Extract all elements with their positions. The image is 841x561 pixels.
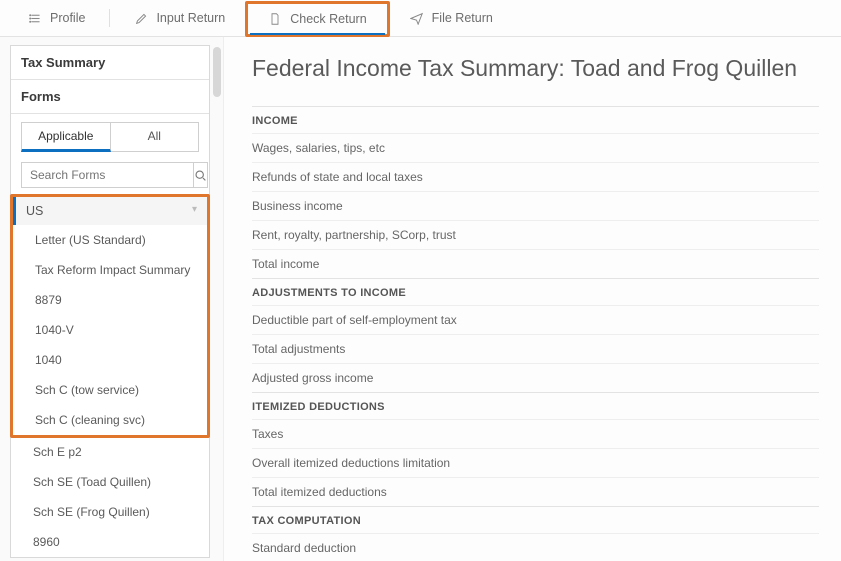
sidebar: Tax Summary Forms Applicable All US ▾ Le: [0, 37, 224, 561]
section-header: ADJUSTMENTS TO INCOME: [252, 278, 819, 305]
tab-all[interactable]: All: [111, 122, 200, 152]
form-item[interactable]: 8879: [13, 285, 207, 315]
tree-group-us[interactable]: US ▾: [13, 197, 207, 225]
form-item[interactable]: Sch SE (Toad Quillen): [11, 467, 209, 497]
sidebar-scrollbar[interactable]: [213, 47, 221, 97]
form-item[interactable]: Letter (US Standard): [13, 225, 207, 255]
document-icon: [268, 12, 282, 26]
search-input[interactable]: [21, 162, 194, 188]
list-icon: [28, 11, 42, 25]
tab-profile-label: Profile: [50, 11, 85, 25]
tree-group-us-label: US: [26, 204, 43, 218]
tab-applicable[interactable]: Applicable: [21, 122, 111, 152]
summary-row: Overall itemized deductions limitation: [252, 448, 819, 477]
summary-row: Refunds of state and local taxes: [252, 162, 819, 191]
section-header: ITEMIZED DEDUCTIONS: [252, 392, 819, 419]
tab-input-return-label: Input Return: [156, 11, 225, 25]
forms-tree: US ▾ Letter (US Standard) Tax Reform Imp…: [11, 194, 209, 557]
forms-tabs: Applicable All: [11, 114, 209, 154]
forms-header[interactable]: Forms: [11, 80, 209, 114]
form-item[interactable]: 1040: [13, 345, 207, 375]
tab-check-return-label: Check Return: [290, 12, 366, 26]
nav-divider: [109, 9, 110, 27]
search-row: [11, 154, 209, 194]
summary-row: Taxes: [252, 419, 819, 448]
form-item[interactable]: Tax Reform Impact Summary: [13, 255, 207, 285]
summary-row: Standard deduction: [252, 533, 819, 561]
search-button[interactable]: [194, 162, 208, 188]
form-item[interactable]: 1040-V: [13, 315, 207, 345]
tab-file-return[interactable]: File Return: [390, 3, 513, 33]
form-item[interactable]: Sch C (cleaning svc): [13, 405, 207, 435]
section-header: TAX COMPUTATION: [252, 506, 819, 533]
summary-row: Total adjustments: [252, 334, 819, 363]
form-item[interactable]: 8960: [11, 527, 209, 557]
form-item[interactable]: Sch SE (Frog Quillen): [11, 497, 209, 527]
form-item[interactable]: Sch E p2: [11, 437, 209, 467]
section-header: INCOME: [252, 106, 819, 133]
tab-profile[interactable]: Profile: [8, 3, 105, 33]
summary-row: Deductible part of self-employment tax: [252, 305, 819, 334]
search-icon: [194, 169, 207, 182]
main-content: Federal Income Tax Summary: Toad and Fro…: [224, 37, 841, 561]
tab-file-return-label: File Return: [432, 11, 493, 25]
summary-row: Business income: [252, 191, 819, 220]
tab-check-return[interactable]: Check Return: [245, 1, 389, 37]
tax-summary-header[interactable]: Tax Summary: [11, 46, 209, 80]
tab-input-return[interactable]: Input Return: [114, 3, 245, 33]
highlighted-forms-group: US ▾ Letter (US Standard) Tax Reform Imp…: [10, 194, 210, 438]
sidebar-panel: Tax Summary Forms Applicable All US ▾ Le: [10, 45, 210, 558]
pencil-icon: [134, 11, 148, 25]
summary-row: Total itemized deductions: [252, 477, 819, 506]
summary-row: Adjusted gross income: [252, 363, 819, 392]
summary-row: Rent, royalty, partnership, SCorp, trust: [252, 220, 819, 249]
form-item[interactable]: Sch C (tow service): [13, 375, 207, 405]
summary-row: Wages, salaries, tips, etc: [252, 133, 819, 162]
page-title: Federal Income Tax Summary: Toad and Fro…: [252, 55, 819, 82]
chevron-down-icon: ▾: [192, 204, 197, 215]
send-icon: [410, 11, 424, 25]
summary-row: Total income: [252, 249, 819, 278]
top-nav: Profile Input Return Check Return File R…: [0, 0, 841, 37]
